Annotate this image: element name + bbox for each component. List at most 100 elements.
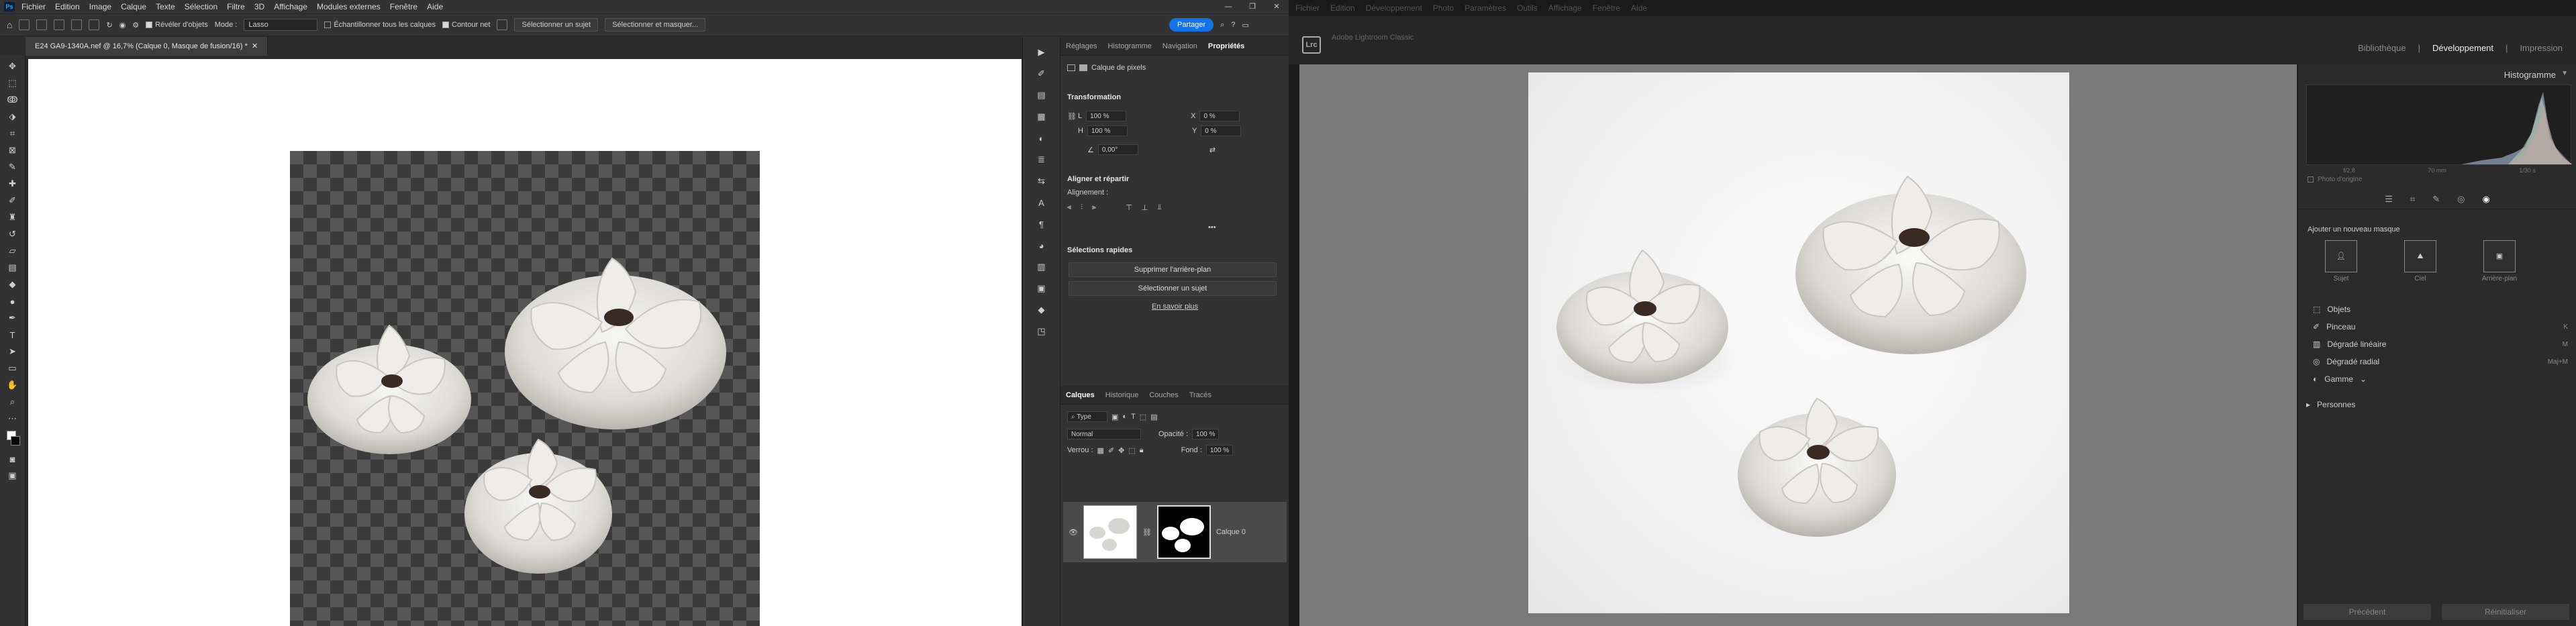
- histogram-title[interactable]: Histogramme: [2504, 70, 2556, 80]
- frame-tool-icon[interactable]: ⊠: [5, 144, 20, 156]
- quick-mask-icon[interactable]: ◙: [5, 453, 20, 465]
- eye-icon[interactable]: 👁︎: [1069, 528, 1078, 537]
- blend-mode-select[interactable]: Normal: [1067, 429, 1141, 439]
- tool-range[interactable]: ◐ Gamme ⌄: [2313, 374, 2367, 384]
- align-left-icon[interactable]: ⫷: [1067, 203, 1071, 212]
- swatches-icon[interactable]: ▦: [1034, 111, 1049, 123]
- mask-link-icon[interactable]: ⛓: [1142, 528, 1152, 537]
- lock-all-icon[interactable]: 🔒︎: [1140, 446, 1144, 455]
- collapse-icon[interactable]: ▼: [2561, 70, 2568, 77]
- width-field[interactable]: 100 %: [1086, 111, 1127, 121]
- transparent-layer-image[interactable]: [290, 151, 760, 626]
- tab-traces[interactable]: Tracés: [1189, 391, 1211, 399]
- learn-more-link[interactable]: En savoir plus: [1060, 303, 1289, 311]
- layer-name[interactable]: Calque 0: [1216, 528, 1246, 536]
- lock-paint-icon[interactable]: ✐: [1108, 446, 1114, 455]
- tab-reglages[interactable]: Réglages: [1066, 42, 1097, 50]
- lr-menu-fenetre[interactable]: Fenêtre: [1593, 3, 1620, 13]
- close-icon[interactable]: ✕: [1265, 0, 1289, 13]
- people-section[interactable]: ▸ Personnes: [2306, 400, 2355, 409]
- previous-button[interactable]: Précédent: [2303, 604, 2431, 620]
- align-middle-icon[interactable]: ⊥: [1142, 203, 1148, 212]
- filter-smart-icon[interactable]: ▤: [1150, 413, 1157, 421]
- module-developpement[interactable]: Développement: [2432, 43, 2493, 53]
- lr-menu-outils[interactable]: Outils: [1517, 3, 1538, 13]
- refresh-icon[interactable]: ↻: [106, 21, 112, 30]
- layer-comps-icon[interactable]: ▣: [1034, 282, 1049, 295]
- lr-menu-aide[interactable]: Aide: [1631, 3, 1647, 13]
- eyedropper-tool-icon[interactable]: ✎: [5, 161, 20, 173]
- navigator-icon[interactable]: ◳: [1034, 325, 1049, 337]
- fill-field[interactable]: 100 %: [1205, 445, 1234, 456]
- blur-tool-icon[interactable]: ◆: [5, 278, 20, 291]
- align-right-icon[interactable]: ⫸: [1092, 203, 1096, 212]
- align-center-icon[interactable]: ⫶: [1081, 203, 1083, 212]
- mode-toggle-icon[interactable]: [497, 19, 508, 30]
- color-icon[interactable]: ◕: [1034, 240, 1049, 252]
- 3d-icon[interactable]: ◆: [1034, 304, 1049, 316]
- menu-edition[interactable]: Edition: [55, 2, 80, 11]
- tab-historique[interactable]: Historique: [1105, 391, 1139, 399]
- transform-heading[interactable]: Transformation: [1067, 93, 1121, 101]
- gradient-tool-icon[interactable]: ▤: [5, 262, 20, 274]
- align-top-icon[interactable]: ⊤: [1126, 203, 1132, 212]
- original-photo-checkbox[interactable]: Photo d'origine: [2308, 176, 2362, 183]
- histogram[interactable]: f/2,8 70 mm 1/30 s: [2306, 85, 2572, 174]
- lr-menu-developpement[interactable]: Développement: [1366, 3, 1422, 13]
- document-tab[interactable]: E24 GA9-1340A.nef @ 16,7% (Calque 0, Mas…: [26, 37, 268, 56]
- zoom-tool-icon[interactable]: ⌕: [5, 396, 20, 408]
- mask-subject-button[interactable]: 👤︎: [2325, 240, 2357, 272]
- filter-pixel-icon[interactable]: ▣: [1111, 413, 1118, 421]
- module-impression[interactable]: Impression: [2520, 43, 2563, 53]
- screen-mode-icon[interactable]: ▣: [5, 470, 20, 482]
- tool-radial-gradient[interactable]: ◎ Dégradé radial: [2313, 357, 2379, 366]
- module-bibliotheque[interactable]: Bibliothèque: [2358, 43, 2406, 53]
- angle-field[interactable]: 0,00°: [1097, 144, 1138, 155]
- object-select-tool-icon[interactable]: ⬗: [5, 111, 20, 123]
- object-select-tool-icon[interactable]: [19, 19, 30, 30]
- minimize-icon[interactable]: —: [1216, 0, 1240, 13]
- layer-row[interactable]: 👁︎ ⛓ Calque 0: [1063, 502, 1287, 562]
- menu-calque[interactable]: Calque: [121, 2, 146, 11]
- edit-sliders-icon[interactable]: ☰: [2385, 194, 2393, 205]
- remove-background-button[interactable]: Supprimer l'arrière-plan: [1069, 262, 1277, 277]
- sample-all-checkbox[interactable]: Échantillonner tous les calques: [324, 21, 436, 29]
- hand-tool-icon[interactable]: ✋: [5, 379, 20, 391]
- type-tool-icon[interactable]: T: [5, 329, 20, 341]
- filter-shape-icon[interactable]: ⬚: [1140, 413, 1146, 421]
- history-brush-icon[interactable]: ↺: [5, 228, 20, 240]
- dodge-tool-icon[interactable]: ●: [5, 295, 20, 307]
- opacity-field[interactable]: 100 %: [1192, 429, 1220, 439]
- libraries-icon[interactable]: ▤: [1034, 89, 1049, 101]
- styles-icon[interactable]: ≣: [1034, 154, 1049, 166]
- intersect-selection-icon[interactable]: [89, 19, 100, 30]
- eraser-tool-icon[interactable]: ▱: [5, 245, 20, 257]
- move-tool-icon[interactable]: ✥: [5, 60, 20, 72]
- filter-adjust-icon[interactable]: ◐: [1122, 413, 1127, 421]
- mask-background-button[interactable]: ▣: [2483, 240, 2516, 272]
- lr-menu-photo[interactable]: Photo: [1433, 3, 1454, 13]
- tab-couches[interactable]: Couches: [1149, 391, 1178, 399]
- more-options-icon[interactable]: •••: [1208, 223, 1216, 231]
- adjustments-icon[interactable]: ◐: [1034, 132, 1049, 144]
- add-selection-icon[interactable]: [54, 19, 65, 30]
- tab-histogramme[interactable]: Histogramme: [1107, 42, 1151, 50]
- new-selection-icon[interactable]: [36, 19, 48, 30]
- brush-settings-icon[interactable]: ✐: [1034, 68, 1049, 80]
- gradient-panel-icon[interactable]: ▥: [1034, 261, 1049, 273]
- select-mask-button[interactable]: Sélectionner et masquer...: [605, 18, 706, 32]
- menu-image[interactable]: Image: [89, 2, 111, 11]
- select-subject-button[interactable]: Sélectionner un sujet: [514, 18, 599, 32]
- align-bottom-icon[interactable]: ⫫: [1157, 203, 1161, 212]
- x-field[interactable]: 0 %: [1199, 111, 1240, 121]
- tab-calques[interactable]: Calques: [1066, 391, 1095, 399]
- menu-3d[interactable]: 3D: [254, 2, 264, 11]
- red-eye-icon[interactable]: ◎: [2457, 194, 2465, 205]
- quick-actions-heading[interactable]: Sélections rapides: [1067, 246, 1132, 254]
- workspace-icon[interactable]: ▭: [1242, 21, 1249, 30]
- maximize-icon[interactable]: ❐: [1240, 0, 1265, 13]
- lasso-tool-icon[interactable]: ↂ: [5, 94, 20, 106]
- channels-icon[interactable]: ⇆: [1034, 175, 1049, 187]
- lr-photo[interactable]: [1528, 72, 2069, 613]
- lock-move-icon[interactable]: ✥: [1118, 446, 1124, 455]
